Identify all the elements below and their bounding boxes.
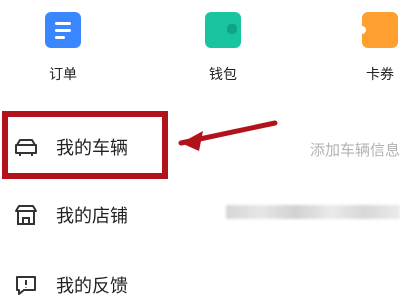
menu-item-my-feedback[interactable]: 我的反馈 — [0, 264, 400, 308]
quick-action-orders-label: 订单 — [49, 67, 77, 83]
quick-action-coupons[interactable]: 卡券 — [350, 12, 400, 84]
feedback-icon — [16, 276, 36, 295]
quick-action-coupons-label: 卡券 — [366, 67, 394, 83]
quick-action-wallet[interactable]: 钱包 — [193, 12, 253, 84]
quick-action-wallet-label: 钱包 — [209, 67, 237, 83]
document-icon — [45, 12, 81, 48]
menu-item-label: 我的店铺 — [56, 206, 128, 227]
arrow-icon — [178, 120, 278, 151]
coupon-icon — [362, 12, 398, 48]
quick-action-orders[interactable]: 订单 — [33, 12, 93, 84]
highlight-box — [2, 111, 168, 179]
store-icon — [15, 205, 37, 225]
add-vehicle-hint: 添加车辆信息 — [309, 141, 400, 159]
menu-item-label: 我的反馈 — [56, 276, 128, 297]
blurred-text-placeholder — [226, 205, 400, 219]
wallet-icon — [205, 12, 241, 48]
